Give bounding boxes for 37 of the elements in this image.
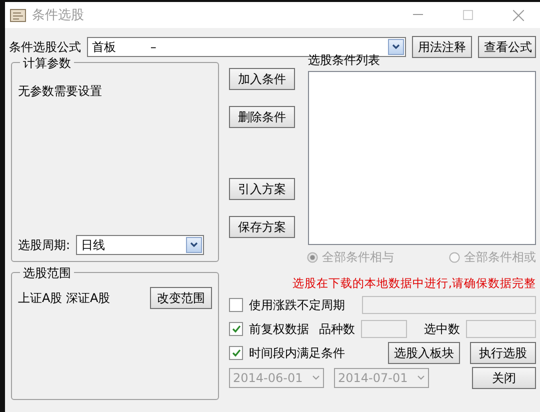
maximize-icon [463,10,473,20]
minimize-icon [413,14,423,16]
import-plan-button[interactable]: 引入方案 [229,178,295,200]
add-to-block-button[interactable]: 选股入板块 [388,342,460,364]
option-label: 使用涨跌不定周期 [249,296,345,314]
no-parameters-text: 无参数需要设置 [18,83,103,100]
close-dialog-button[interactable]: 关闭 [472,367,536,389]
count-label: 品种数 [319,320,355,338]
checkmark-icon [232,325,240,333]
group-title: 选股范围 [20,265,74,282]
condition-list[interactable] [308,71,536,245]
notice-text: 选股在下载的本地数据中进行,请确保数据完整 [291,276,536,291]
add-condition-button[interactable]: 加入条件 [229,68,295,90]
markets-text: 上证A股 深证A股 [18,290,110,306]
option-label: 时间段内满足条件 [249,344,345,362]
period-label: 选股周期: [18,236,70,254]
option-label: 前复权数据 [249,320,309,338]
group-title: 计算参数 [20,55,74,72]
run-selection-button[interactable]: 执行选股 [470,342,536,364]
close-icon [512,10,524,20]
period-dropdown[interactable]: 日线 [76,235,204,255]
count-label: 选中数 [424,320,460,338]
save-plan-button[interactable]: 保存方案 [229,216,295,238]
window-icon [10,8,26,22]
view-formula-button[interactable]: 查看公式 [478,36,536,58]
option-checkbox[interactable] [229,298,243,312]
checkmark-icon [232,349,240,357]
option-checkbox[interactable] [229,346,243,360]
period-input-field[interactable] [362,296,536,314]
count-field [466,320,536,338]
option-checkbox[interactable] [229,322,243,336]
delete-condition-button[interactable]: 删除条件 [229,106,295,128]
formula-label: 条件选股公式 [9,38,81,56]
count-field [361,320,407,338]
change-scope-button[interactable]: 改变范围 [150,287,212,309]
window-title: 条件选股 [32,7,85,24]
usage-notes-button[interactable]: 用法注释 [412,36,472,58]
